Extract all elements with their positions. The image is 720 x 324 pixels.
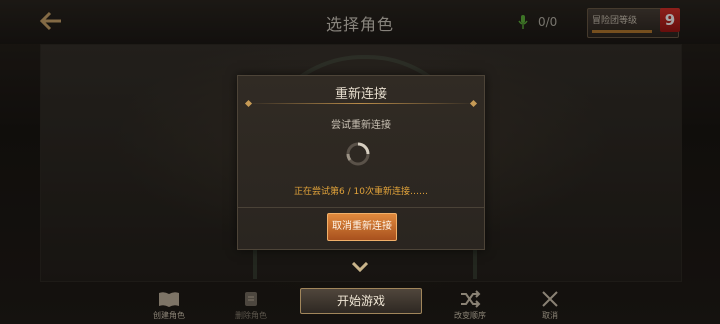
create-role-label: 创建角色	[153, 311, 185, 320]
reconnect-dialog: 重新连接 尝试重新连接 正在尝试第6 / 10次重新连接…… 取消重新连接	[237, 75, 485, 250]
cancel-label: 取消	[542, 311, 558, 320]
cancel-button[interactable]: 取消	[525, 286, 575, 322]
create-role-button[interactable]: 创建角色	[144, 286, 194, 322]
spinner-icon	[346, 142, 370, 166]
reorder-label: 改变顺序	[454, 311, 486, 320]
delete-role-button[interactable]: 删除角色	[226, 286, 276, 322]
close-icon	[542, 291, 558, 307]
dialog-separator	[238, 207, 484, 208]
cancel-reconnect-button[interactable]: 取消重新连接	[327, 213, 397, 241]
dialog-title: 重新连接	[334, 87, 387, 102]
shuffle-icon	[461, 290, 481, 308]
start-game-button[interactable]: 开始游戏	[300, 288, 422, 314]
reorder-button[interactable]: 改变顺序	[445, 286, 495, 322]
dialog-message: 尝试重新连接	[331, 120, 391, 131]
delete-role-label: 删除角色	[235, 311, 267, 320]
reconnect-status: 正在尝试第6 / 10次重新连接……	[294, 187, 428, 197]
chevron-down-icon[interactable]	[352, 262, 368, 272]
delete-role-icon	[245, 292, 257, 306]
dialog-divider	[244, 99, 478, 108]
book-icon	[159, 292, 179, 307]
